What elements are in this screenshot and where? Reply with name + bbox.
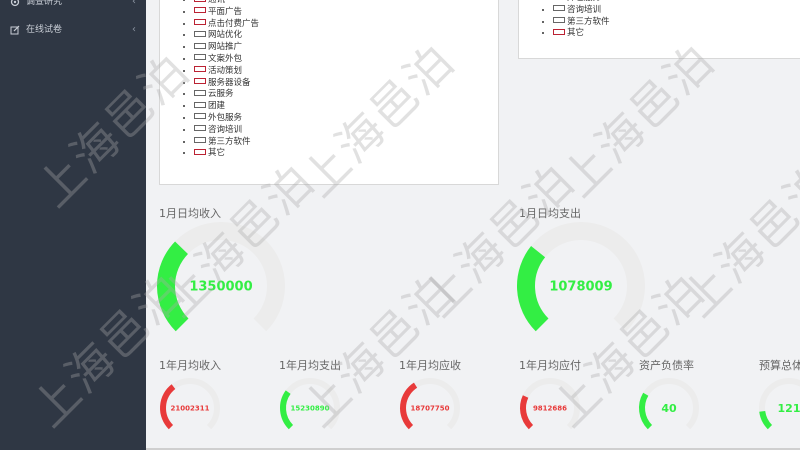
gauge-track [517, 222, 645, 332]
gauge-value-arc [520, 395, 534, 430]
gauge-value-arc [517, 245, 549, 332]
gauge-area: 1350000 1078009 21002311 15230890 18707750 98… [157, 222, 800, 430]
gauge-value-label: 9812686 [533, 404, 567, 412]
gauge-value-arc [639, 392, 653, 430]
gauge-value-label: 1350000 [189, 280, 252, 295]
gauge-value-label: 121 [778, 402, 800, 415]
gauge-track [157, 222, 285, 332]
gauge-value-arc [157, 241, 189, 332]
gauge-value-label: 18707750 [411, 404, 450, 412]
gauge-value-label: 15230890 [291, 404, 330, 412]
gauge-value-arc [759, 410, 773, 430]
gauge-value-label: 40 [661, 402, 677, 415]
gauge-value-label: 21002311 [171, 404, 210, 412]
gauge-value-label: 1078009 [549, 280, 612, 295]
